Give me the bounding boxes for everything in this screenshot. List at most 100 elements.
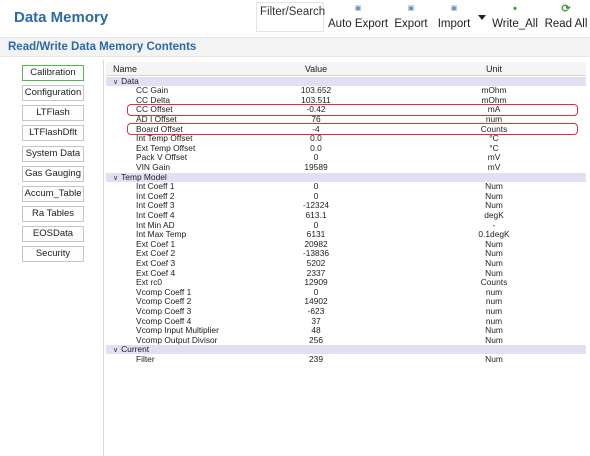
header-value: Value: [304, 64, 328, 74]
group-name: Data: [121, 75, 139, 86]
sidebar-item-configuration[interactable]: Configuration: [22, 85, 84, 101]
row-name: Vcomp Coeff 2: [136, 296, 192, 307]
export-label: Export: [394, 18, 428, 30]
row-name: Int Coeff 3: [136, 200, 175, 211]
row-name: Int Coeff 1: [136, 181, 175, 192]
group-row[interactable]: ∨ Temp Model: [106, 171, 586, 182]
row-unit: Num: [485, 353, 503, 364]
row-name: Ext Coef 2: [136, 248, 176, 259]
table-row[interactable]: Vcomp Output Divisor 256 Num: [106, 335, 586, 345]
row-value[interactable]: 0: [256, 153, 376, 162]
table-row[interactable]: Vcomp Coeff 2 14902 num: [106, 297, 586, 306]
row-name: CC Gain: [136, 85, 169, 96]
row-name: Int Max Temp: [136, 229, 187, 240]
auto-export-label: Auto Export: [328, 18, 389, 30]
section-title: Read/Write Data Memory Contents: [8, 41, 197, 53]
group-label: ∨ Data: [113, 75, 139, 87]
table-row[interactable]: Vcomp Coeff 3 -623 num: [106, 306, 586, 316]
sidebar-item-security[interactable]: Security: [22, 246, 84, 262]
row-value[interactable]: 12909: [256, 278, 376, 287]
table-row[interactable]: Vcomp Input Multiplier 48 Num: [106, 326, 586, 335]
auto-export-icon: ▣: [354, 5, 362, 12]
table-row[interactable]: Int Coeff 2 0 Num: [106, 191, 586, 201]
write-all-button[interactable]: • Write_All: [490, 2, 540, 34]
row-value[interactable]: -13836: [256, 249, 376, 258]
export-button[interactable]: ▣ Export: [392, 2, 430, 34]
table-row[interactable]: Ext Coef 4 2337 Num: [106, 268, 586, 278]
row-value[interactable]: -12324: [256, 201, 376, 210]
header-name: Name: [113, 64, 138, 74]
row-unit: mOhm: [481, 85, 507, 96]
row-value[interactable]: 0: [256, 182, 376, 191]
sidebar-item-eosdata[interactable]: EOSData: [22, 226, 84, 242]
row-value[interactable]: 239: [256, 354, 376, 364]
sidebar-item-calibration[interactable]: Calibration: [22, 65, 84, 81]
table-row[interactable]: Ext Coef 1 20982 Num: [106, 239, 586, 249]
row-name: Vcomp Input Multiplier: [136, 325, 219, 336]
group-name: Current: [121, 344, 150, 355]
row-value[interactable]: 256: [256, 335, 376, 345]
auto-export-button[interactable]: ▣ Auto Export: [328, 2, 388, 34]
row-name: Filter: [136, 353, 155, 364]
sidebar-divider: [103, 60, 104, 456]
group-row[interactable]: ∨ Current: [106, 344, 586, 355]
row-name: Ext rc0: [136, 277, 163, 288]
sidebar-item-gas-gauging[interactable]: Gas Gauging: [22, 166, 84, 182]
write-all-label: Write_All: [492, 18, 538, 30]
table-row[interactable]: Int Temp Offset 0.0 °C: [106, 134, 586, 143]
table-row[interactable]: Pack V Offset 0 mV: [106, 153, 586, 162]
table-row[interactable]: Int Coeff 1 0 Num: [106, 182, 586, 191]
row-value[interactable]: 19589: [256, 162, 376, 172]
header-unit: Unit: [485, 64, 502, 74]
group-row[interactable]: ∨ Data: [106, 75, 586, 87]
write-all-icon: •: [513, 3, 517, 15]
row-name: Int Temp Offset: [136, 133, 193, 144]
row-unit: 0.1degK: [478, 229, 510, 240]
sidebar-item-accum-table[interactable]: Accum_Table: [22, 186, 84, 202]
import-button[interactable]: ▣ Import: [434, 2, 474, 34]
table-row[interactable]: VIN Gain 19589 mV: [106, 161, 586, 172]
row-value[interactable]: 613.1: [256, 210, 376, 220]
sidebar-item-ltflash[interactable]: LTFlash: [22, 105, 84, 121]
row-unit: Num: [485, 248, 503, 259]
row-unit: Num: [485, 200, 503, 211]
read-all-label: Read All: [544, 18, 588, 30]
row-value[interactable]: 6131: [256, 230, 376, 239]
filter-search-input[interactable]: Filter/Search: [256, 2, 325, 32]
sidebar-item-ltflashdflt[interactable]: LTFlashDflt: [22, 125, 84, 141]
import-label: Import: [437, 18, 471, 30]
row-value[interactable]: 103.652: [256, 86, 376, 95]
table-row[interactable]: Ext rc0 12909 Counts: [106, 278, 586, 287]
row-unit: °C: [489, 133, 499, 144]
table-row[interactable]: Ext Coef 2 -13836 Num: [106, 249, 586, 258]
row-value[interactable]: 0.0: [256, 134, 376, 143]
row-value[interactable]: 48: [256, 326, 376, 335]
row-value[interactable]: -623: [256, 306, 376, 316]
sidebar-item-system-data[interactable]: System Data: [22, 146, 84, 162]
table-row[interactable]: Int Coeff 3 -12324 Num: [106, 201, 586, 210]
table-row[interactable]: Int Max Temp 6131 0.1degK: [106, 230, 586, 239]
row-unit: num: [485, 296, 503, 307]
table-row[interactable]: Filter 239 Num: [106, 353, 586, 364]
row-value[interactable]: 5202: [256, 258, 376, 268]
refresh-icon: ⟳: [561, 3, 571, 15]
read-all-button[interactable]: ⟳ Read All: [544, 2, 588, 34]
grid-header: Name Value Unit: [106, 62, 586, 76]
sidebar-item-ra-tables[interactable]: Ra Tables: [22, 206, 84, 222]
chevron-down-icon[interactable]: [478, 15, 486, 20]
table-row[interactable]: CC Gain 103.652 mOhm: [106, 86, 586, 95]
table-row[interactable]: Int Coeff 4 613.1 degK: [106, 209, 586, 220]
row-unit: mV: [487, 161, 501, 172]
row-name: Ext Coef 3: [136, 257, 176, 268]
row-name: Pack V Offset: [136, 152, 188, 163]
toolbar: Data Memory Filter/Search ▣ Auto Export …: [0, 0, 590, 36]
table-row[interactable]: Ext Coef 3 5202 Num: [106, 257, 586, 268]
app-title: Data Memory: [14, 9, 109, 26]
row-unit: Num: [485, 257, 503, 268]
group-name: Temp Model: [121, 171, 167, 182]
sidebar: Calibration Configuration LTFlash LTFlashDf…: [17, 60, 90, 456]
export-icon: ▣: [407, 5, 415, 12]
row-unit: Counts: [480, 277, 508, 288]
row-value[interactable]: 14902: [256, 297, 376, 306]
row-name: Int Coeff 4: [136, 209, 175, 220]
